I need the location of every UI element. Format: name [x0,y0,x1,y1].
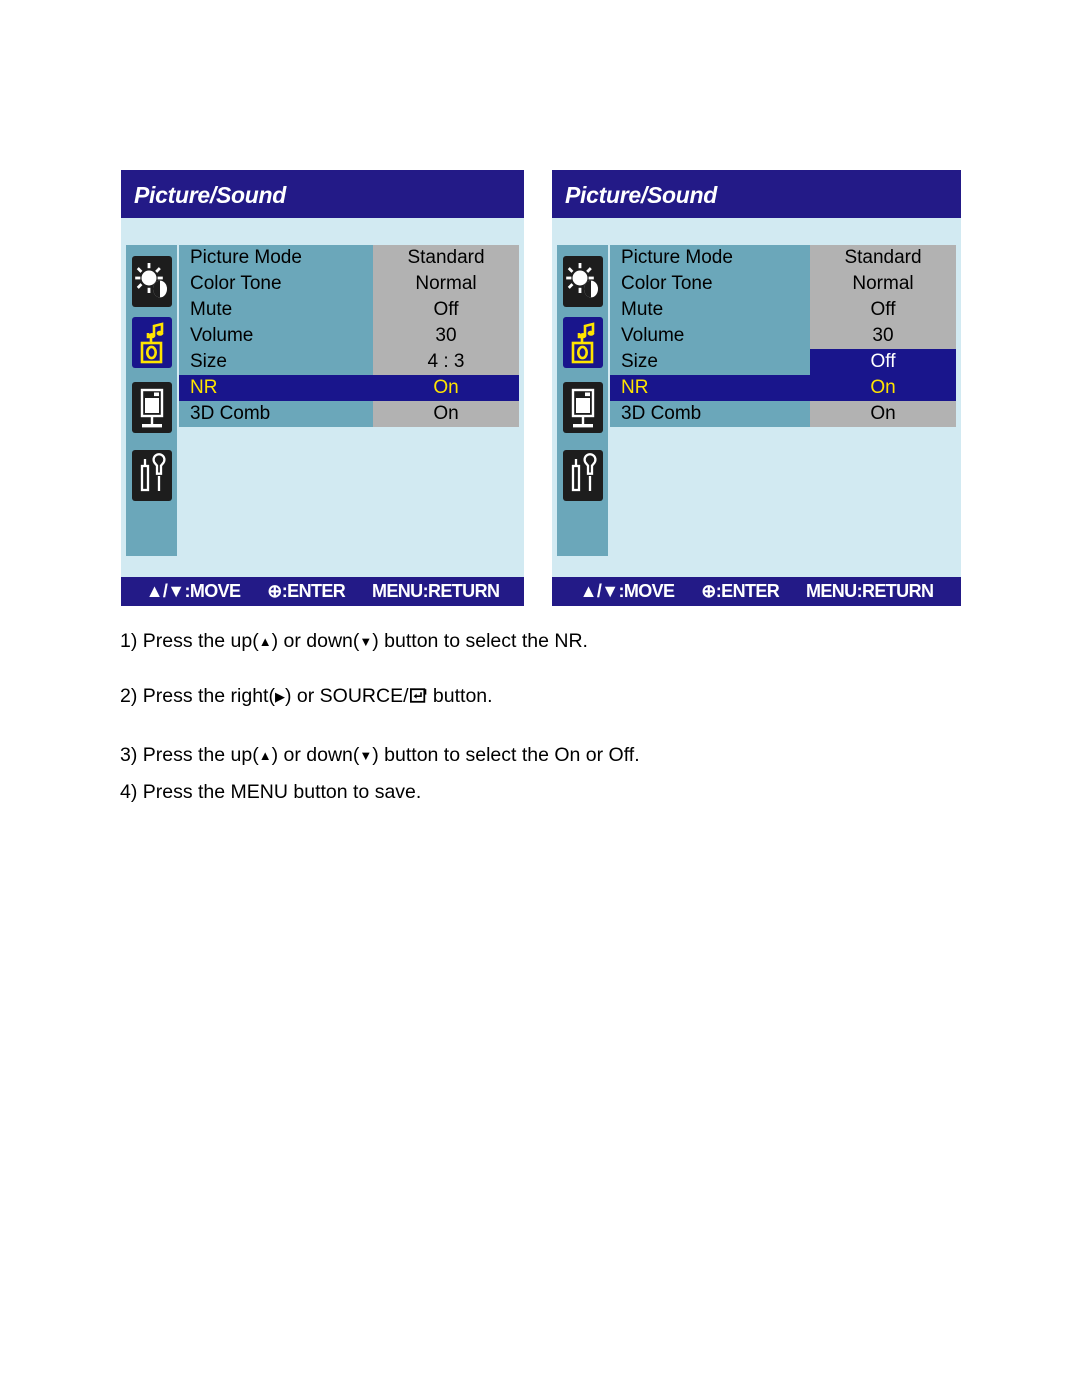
menu-value: 30 [810,323,956,349]
menu-value: 30 [373,323,519,349]
menu-row-3d-comb[interactable]: 3D Comb On [610,401,956,427]
sidebar-item-setup[interactable] [563,450,603,501]
osd-footer-hints: ▲/▼:MOVE ⊕:ENTER MENU:RETURN [552,577,961,606]
nr-options-dropdown[interactable]: Off On [810,349,956,401]
brightness-contrast-icon [132,256,172,307]
menu-row-3d-comb[interactable]: 3D Comb On [179,401,519,427]
step2-text-b: ) or SOURCE/ [284,685,409,707]
menu-label: Mute [610,297,810,323]
menu-row-picture-mode[interactable]: Picture Mode Standard [179,245,519,271]
menu-value: Standard [810,245,956,271]
osd-titlebar: Picture/Sound [121,170,524,218]
menu-label: Picture Mode [610,245,810,271]
sidebar-item-picture[interactable] [563,256,603,307]
monitor-pip-icon [132,382,172,433]
instruction-step-1: 1) Press the up(▲) or down(▼) button to … [120,629,840,654]
step3-text-a: 3) Press the up( [120,744,259,766]
sidebar-item-monitor[interactable] [563,382,603,433]
osd-panel-right: Picture/Sound Picture Mode Standard Colo… [552,170,961,606]
menu-value: On [433,377,459,398]
menu-value: Normal [810,271,956,297]
osd-icon-rail [126,245,177,556]
hint-return: MENU:RETURN [371,581,500,601]
sidebar-item-monitor[interactable] [132,382,172,433]
step2-text-a: 2) Press the right( [120,685,275,707]
menu-row-volume[interactable]: Volume 30 [610,323,956,349]
osd-menu-list-right: Picture Mode Standard Color Tone Normal … [610,245,956,450]
osd-menu-list-left: Picture Mode Standard Color Tone Normal … [179,245,519,450]
page-title: Picture/Sound [134,182,287,208]
menu-label: 3D Comb [610,401,810,427]
menu-label: Picture Mode [179,245,373,271]
menu-value: 4 : 3 [373,349,519,375]
brightness-contrast-icon [563,256,603,307]
sidebar-item-picture[interactable] [132,256,172,307]
osd-titlebar: Picture/Sound [552,170,961,218]
up-arrow-icon: ▲ [258,634,272,649]
setup-tools-icon [132,450,172,501]
menu-row-size[interactable]: Size 4 : 3 [179,349,519,375]
hint-return: MENU:RETURN [805,581,934,601]
instruction-step-4: 4) Press the MENU button to save. [120,781,422,803]
dropdown-option-on[interactable]: On [810,375,956,401]
down-arrow-icon: ▼ [359,634,373,649]
hint-move: ▲/▼:MOVE [579,581,675,601]
menu-row-mute[interactable]: Mute Off [610,297,956,323]
menu-row-nr[interactable]: NR On [179,375,519,401]
step1-text-b: ) or down( [271,630,360,652]
menu-label: Volume [179,323,373,349]
sidebar-item-sound[interactable] [132,317,172,368]
up-arrow-icon: ▲ [258,748,272,763]
sound-volume-icon [132,317,172,368]
menu-label: Color Tone [610,271,810,297]
monitor-pip-icon [563,382,603,433]
menu-value: Off [810,297,956,323]
page-title: Picture/Sound [565,182,718,208]
menu-label: Color Tone [179,271,373,297]
menu-value: On [810,401,956,427]
hint-move: ▲/▼:MOVE [145,581,241,601]
instruction-step-2: 2) Press the right(▶) or SOURCE/ button. [120,684,840,710]
menu-value: Off [373,297,519,323]
menu-label: Volume [610,323,810,349]
hint-enter: ⊕:ENTER [701,581,780,601]
setup-tools-icon [563,450,603,501]
osd-footer-hints: ▲/▼:MOVE ⊕:ENTER MENU:RETURN [121,577,524,606]
sidebar-item-sound[interactable] [563,317,603,368]
hint-enter: ⊕:ENTER [267,581,346,601]
sound-volume-icon [563,317,603,368]
menu-label: Size [179,349,373,375]
instruction-step-3: 3) Press the up(▲) or down(▼) button to … [120,743,840,768]
step1-text-c: ) button to select the NR. [372,630,588,652]
step1-text-a: 1) Press the up( [120,630,259,652]
down-arrow-icon: ▼ [359,748,373,763]
right-arrow-icon: ▶ [274,689,285,704]
menu-value: Standard [373,245,519,271]
osd-icon-rail [557,245,608,556]
menu-label: 3D Comb [179,401,373,427]
enter-key-icon [409,686,427,710]
instruction-list: 1) Press the up(▲) or down(▼) button to … [120,629,840,804]
dropdown-option-off[interactable]: Off [810,349,956,375]
menu-row-color-tone[interactable]: Color Tone Normal [179,271,519,297]
step3-text-c: ) button to select the On or Off. [372,744,640,766]
menu-label: Size [610,349,810,375]
osd-panel-left: Picture/Sound Picture Mode Standard Colo… [121,170,524,606]
step2-text-c: button. [427,685,493,707]
menu-row-color-tone[interactable]: Color Tone Normal [610,271,956,297]
menu-row-mute[interactable]: Mute Off [179,297,519,323]
menu-row-picture-mode[interactable]: Picture Mode Standard [610,245,956,271]
menu-label: Mute [179,297,373,323]
sidebar-item-setup[interactable] [132,450,172,501]
menu-value: On [373,401,519,427]
step3-text-b: ) or down( [271,744,360,766]
menu-row-volume[interactable]: Volume 30 [179,323,519,349]
menu-value: Normal [373,271,519,297]
